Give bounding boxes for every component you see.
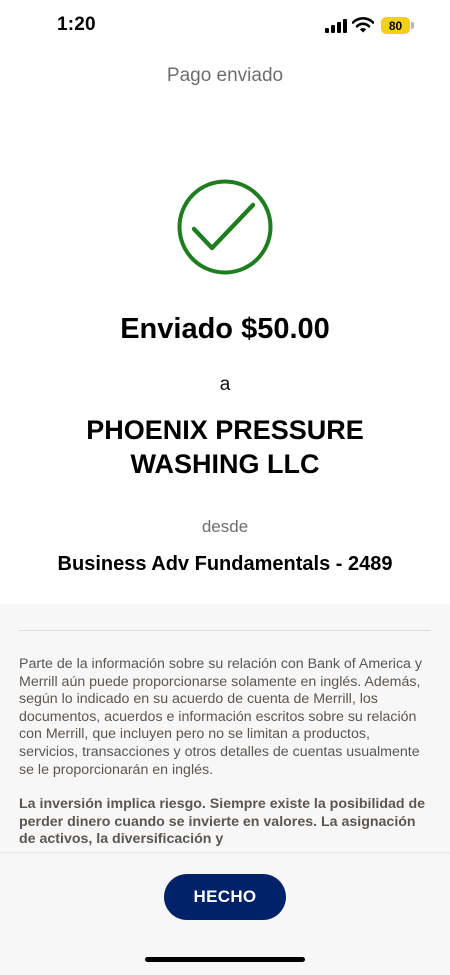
- page-title: Pago enviado: [166, 65, 284, 86]
- home-indicator[interactable]: [145, 957, 305, 962]
- wifi-icon: [352, 17, 374, 33]
- status-bar: 1:20 80: [0, 0, 450, 54]
- done-button[interactable]: HECHO: [164, 874, 286, 920]
- checkmark-circle-icon: [177, 179, 273, 275]
- battery-icon: 80: [381, 17, 414, 34]
- to-label: a: [219, 374, 231, 395]
- battery-level: 80: [388, 18, 403, 33]
- disclosure-text: Parte de la información sobre su relació…: [19, 656, 431, 856]
- from-label: desde: [201, 517, 249, 536]
- battery-cap: [411, 22, 414, 29]
- battery-body: 80: [381, 17, 410, 34]
- cellular-signal-icon: [325, 19, 347, 33]
- sent-amount: Enviado $50.00: [120, 313, 330, 345]
- language-disclosure: Parte de la información sobre su relació…: [19, 656, 422, 778]
- divider: [19, 630, 431, 631]
- status-time: 1:20: [57, 14, 96, 35]
- risk-disclosure: La inversión implica riesgo. Siempre exi…: [19, 796, 426, 848]
- recipient-name-line2: WASHING LLC: [130, 449, 320, 479]
- recipient-name-line1: PHOENIX PRESSURE: [86, 415, 364, 445]
- recipient-name: PHOENIX PRESSURE WASHING LLC: [40, 413, 410, 481]
- source-account: Business Adv Fundamentals - 2489: [57, 553, 393, 575]
